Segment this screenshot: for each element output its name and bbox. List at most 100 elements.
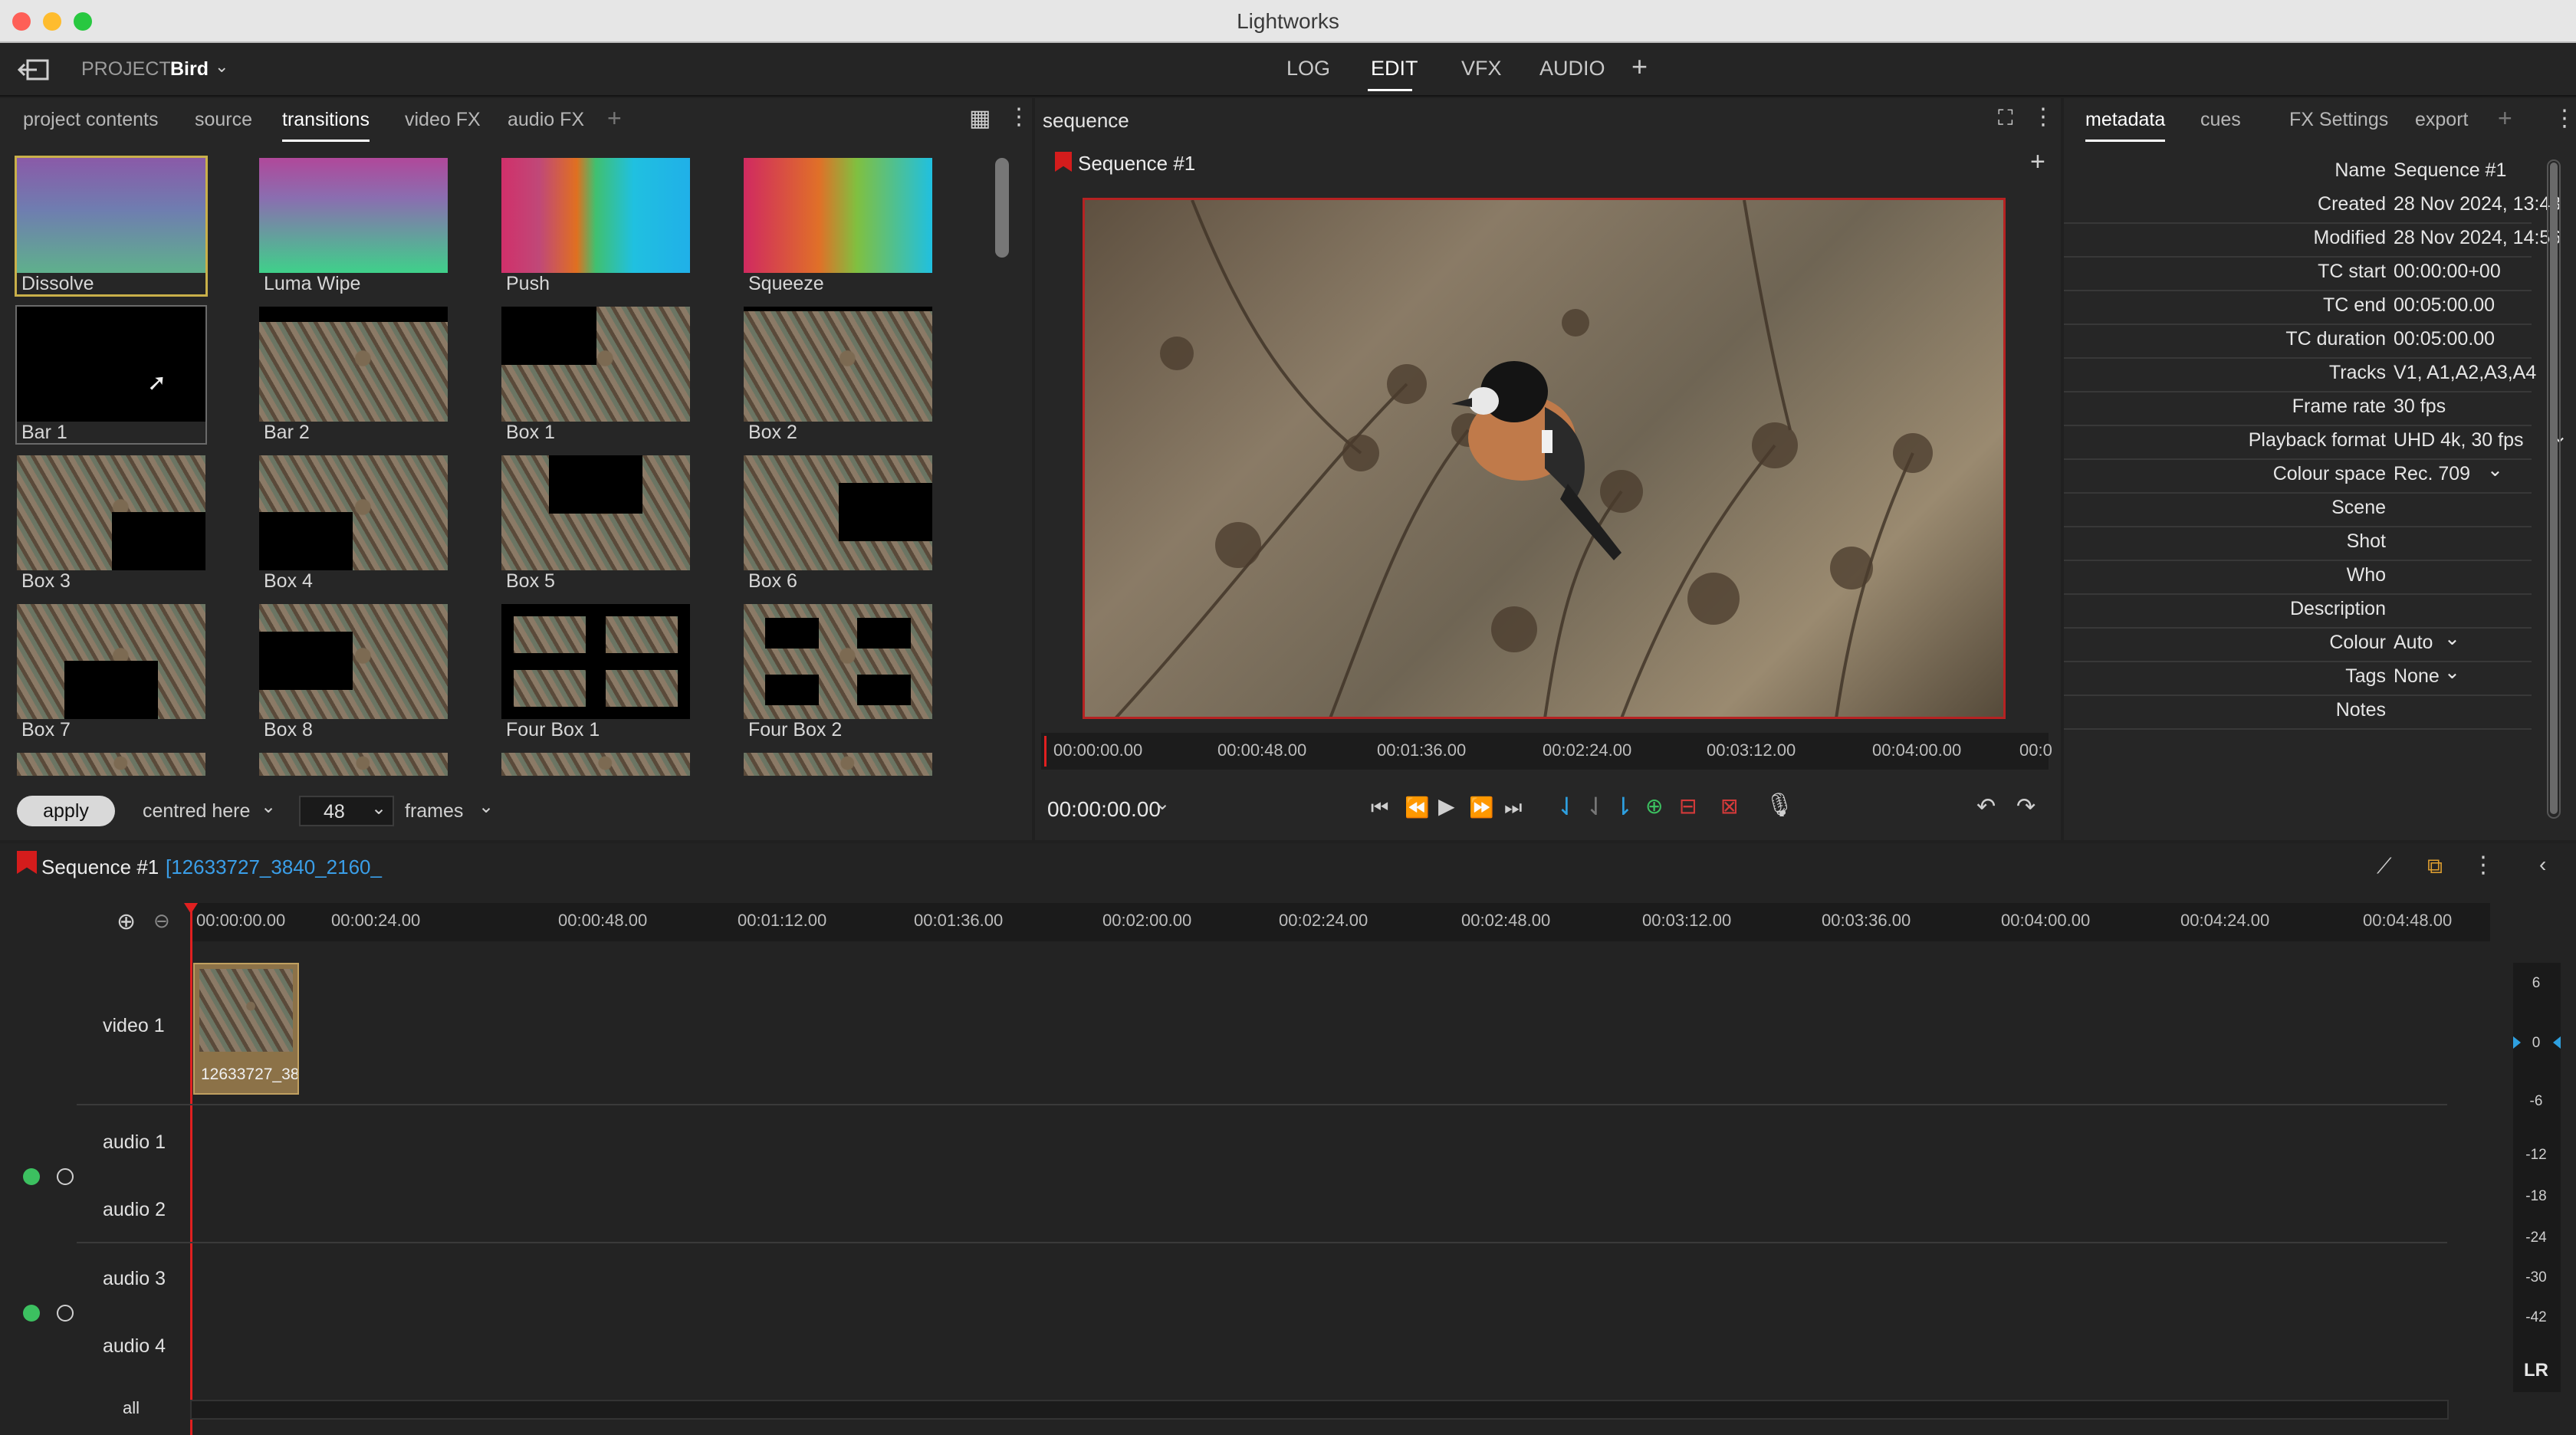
metadata-value[interactable]: Sequence #1	[2394, 159, 2506, 182]
audio-enable-toggle[interactable]	[23, 1305, 40, 1322]
chevron-down-icon[interactable]: ⌄	[371, 797, 386, 819]
remove-icon[interactable]: ⊟	[1679, 796, 1697, 817]
audio-enable-toggle[interactable]	[57, 1305, 74, 1322]
transition-four-box-1[interactable]: Four Box 1	[501, 604, 690, 740]
tab-project-contents[interactable]: project contents	[23, 109, 159, 131]
track-label-audio-3[interactable]: audio 3	[103, 1268, 166, 1290]
chevron-down-icon[interactable]: ⌄	[2444, 627, 2460, 650]
tab-video-fx[interactable]: video FX	[405, 109, 481, 131]
grid-view-icon[interactable]: ▦	[969, 107, 991, 130]
metadata-value[interactable]: 00:05:00.00	[2394, 294, 2495, 317]
metadata-value[interactable]: Auto	[2394, 632, 2433, 654]
step-back-icon[interactable]: ⏪	[1405, 797, 1429, 817]
transition-thumbnail-partial[interactable]	[17, 753, 205, 776]
transition-box-1[interactable]: Box 1	[501, 307, 690, 443]
track-label-all[interactable]: all	[123, 1398, 140, 1418]
delete-icon[interactable]: ⊠	[1720, 796, 1738, 817]
add-icon[interactable]: +	[2030, 149, 2045, 175]
metadata-value[interactable]: Rec. 709	[2394, 463, 2470, 485]
transition-push[interactable]: Push	[501, 158, 690, 294]
add-cue-icon[interactable]: ⊕	[1645, 796, 1663, 817]
transition-thumbnail-partial[interactable]	[501, 753, 690, 776]
metadata-value[interactable]: 00:05:00.00	[2394, 328, 2495, 350]
timeline-playhead[interactable]	[190, 908, 192, 1435]
step-forward-icon[interactable]: ⏩	[1469, 797, 1493, 817]
collapse-panel-icon[interactable]: ‹	[2539, 854, 2546, 875]
tab-cues[interactable]: cues	[2200, 109, 2241, 131]
transition-luma-wipe[interactable]: Luma Wipe	[259, 158, 448, 294]
metadata-value[interactable]: 28 Nov 2024, 13:43	[2394, 193, 2561, 215]
tab-export[interactable]: export	[2415, 109, 2468, 131]
track-label-audio-1[interactable]: audio 1	[103, 1131, 166, 1154]
fullscreen-icon[interactable]: ⛶	[1998, 107, 2013, 129]
apply-button[interactable]: apply	[17, 796, 115, 826]
go-to-start-icon[interactable]: ⏮	[1371, 797, 1388, 817]
transition-box-6[interactable]: Box 6	[744, 455, 932, 592]
tab-transitions[interactable]: transitions	[282, 109, 370, 142]
clip-reference[interactable]: [12633727_3840_2160_	[166, 855, 382, 879]
metadata-scrollbar[interactable]	[2547, 159, 2561, 819]
transition-squeeze[interactable]: Squeeze	[744, 158, 932, 294]
transition-box-7[interactable]: Box 7	[17, 604, 205, 740]
metadata-value[interactable]: 28 Nov 2024, 14:56	[2394, 227, 2561, 249]
tab-audio[interactable]: AUDIO	[1539, 57, 1605, 80]
go-to-end-icon[interactable]: ⏭	[1504, 797, 1522, 817]
viewer-playhead[interactable]	[1044, 736, 1046, 767]
mark-in-icon[interactable]: ⇃	[1556, 794, 1577, 819]
add-tab-icon[interactable]: +	[2498, 104, 2512, 133]
transition-box-4[interactable]: Box 4	[259, 455, 448, 592]
transition-thumbnail-partial[interactable]	[259, 753, 448, 776]
metadata-value[interactable]: None	[2394, 665, 2440, 688]
metadata-value[interactable]: 00:00:00+00	[2394, 261, 2501, 283]
add-tab-icon[interactable]: +	[1631, 51, 1648, 83]
tab-audio-fx[interactable]: audio FX	[508, 109, 584, 131]
transition-box-8[interactable]: Box 8	[259, 604, 448, 740]
track-label-audio-4[interactable]: audio 4	[103, 1335, 166, 1358]
tab-metadata[interactable]: metadata	[2085, 109, 2166, 142]
more-options-icon[interactable]: ⋮	[2472, 854, 2495, 877]
viewer-tab-sequence[interactable]: sequence	[1043, 109, 1129, 133]
position-select[interactable]: centred here	[143, 800, 250, 823]
more-options-icon[interactable]: ⋮	[2032, 106, 2055, 129]
video-preview[interactable]	[1083, 198, 2006, 719]
chevron-down-icon[interactable]: ⌄	[261, 796, 276, 818]
viewer-ruler[interactable]: 00:00:00.00 00:00:48.00 00:01:36.00 00:0…	[1041, 733, 2052, 770]
zoom-in-icon[interactable]: ⊕	[117, 911, 136, 934]
tab-edit[interactable]: EDIT	[1371, 57, 1418, 80]
undo-icon[interactable]: ↶	[1976, 796, 1996, 819]
project-name[interactable]: Bird	[170, 58, 209, 80]
audio-enable-toggle[interactable]	[23, 1168, 40, 1185]
transition-box-5[interactable]: Box 5	[501, 455, 690, 592]
chevron-down-icon[interactable]: ⌄	[1155, 793, 1170, 815]
chevron-down-icon[interactable]: ⌄	[478, 796, 494, 818]
video-clip[interactable]: 12633727_384	[193, 963, 299, 1095]
transition-dissolve[interactable]: Dissolve	[15, 156, 208, 297]
track-label-video-1[interactable]: video 1	[103, 1015, 165, 1037]
transition-bar-1[interactable]: ➚ Bar 1	[15, 305, 207, 445]
more-options-icon[interactable]: ⋮	[1007, 106, 1030, 129]
metadata-value[interactable]: 30 fps	[2394, 396, 2446, 418]
transition-bar-2[interactable]: Bar 2	[259, 307, 448, 443]
duration-unit-select[interactable]: frames	[405, 800, 463, 823]
audio-levels-icon[interactable]: ⟋	[2377, 855, 2392, 877]
sync-icon[interactable]: ⧉	[2427, 855, 2443, 877]
microphone-icon[interactable]: 🎙	[1765, 794, 1794, 817]
chevron-down-icon[interactable]: ⌄	[2444, 661, 2460, 684]
audio-enable-toggle[interactable]	[57, 1168, 74, 1185]
zoom-out-icon[interactable]: ⊖	[153, 911, 170, 931]
timecode-display[interactable]: 00:00:00.00	[1047, 797, 1161, 822]
metadata-value[interactable]: V1, A1,A2,A3,A4	[2394, 362, 2536, 384]
add-tab-icon[interactable]: +	[607, 104, 622, 133]
tab-log[interactable]: LOG	[1286, 57, 1330, 80]
tab-source[interactable]: source	[195, 109, 252, 131]
transition-thumbnail-partial[interactable]	[744, 753, 932, 776]
mark-out-icon[interactable]: ⇂	[1613, 794, 1634, 819]
duration-field[interactable]: 48 ⌄	[299, 796, 394, 826]
clear-marks-icon[interactable]: ⇃	[1585, 794, 1606, 819]
chevron-down-icon[interactable]: ⌄	[215, 57, 228, 77]
exit-project-icon[interactable]	[17, 58, 51, 81]
more-options-icon[interactable]: ⋮	[2553, 107, 2576, 130]
transition-box-2[interactable]: Box 2	[744, 307, 932, 443]
metadata-value[interactable]: UHD 4k, 30 fps	[2394, 429, 2524, 452]
timeline-scrollbar[interactable]	[190, 1400, 2449, 1420]
